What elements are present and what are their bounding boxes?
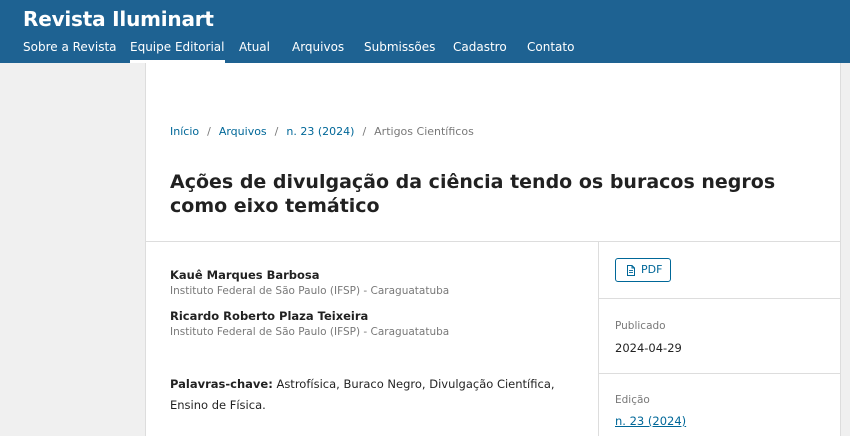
breadcrumb-separator: / [207,125,211,138]
breadcrumb-issue-link[interactable]: n. 23 (2024) [286,125,354,138]
issue-label: Edição [615,394,650,406]
keywords: Palavras-chave: Astrofísica, Buraco Negr… [170,374,580,416]
issue-link[interactable]: n. 23 (2024) [615,414,686,428]
author-name: Kauê Marques Barbosa [170,268,320,282]
breadcrumb-separator: / [274,125,279,138]
article-title: Ações de divulgação da ciência tendo os … [170,171,776,217]
breadcrumb-archives-link[interactable]: Arquivos [219,125,267,138]
file-pdf-icon [627,265,635,276]
content-divider [146,241,840,242]
nav-item-sobre-a-revista[interactable]: Sobre a Revista [23,40,117,54]
article-page: Início / Arquivos / n. 23 (2024) / Artigos Cie… [145,63,841,436]
pdf-button-label: PDF [641,263,663,276]
nav-item-submissoes[interactable]: Submissões [364,40,435,54]
published-date: 2024-04-29 [615,341,682,355]
nav-item-arquivos[interactable]: Arquivos [292,40,344,54]
primary-nav: Sobre a Revista Equipe Editorial Atual A… [0,38,850,63]
breadcrumb-home-link[interactable]: Início [170,125,199,138]
sidebar-section-divider [599,373,840,374]
nav-item-atual[interactable]: Atual [239,40,270,54]
author-name: Ricardo Roberto Plaza Teixeira [170,309,369,323]
site-header: Revista Iluminart Sobre a Revista Equipe… [0,0,850,63]
sidebar-section-divider [599,298,840,299]
author-affiliation: Instituto Federal de São Paulo (IFSP) - … [170,326,450,338]
site-title[interactable]: Revista Iluminart [23,7,214,31]
breadcrumb: Início / Arquivos / n. 23 (2024) / Artigos Cie… [170,125,474,138]
breadcrumb-separator: / [362,125,367,138]
keywords-label: Palavras-chave: [170,377,273,391]
nav-item-contato[interactable]: Contato [527,40,574,54]
pdf-download-button[interactable]: PDF [615,258,671,282]
author-affiliation: Instituto Federal de São Paulo (IFSP) - … [170,285,450,297]
sidebar-divider [598,241,599,436]
nav-item-equipe-editorial[interactable]: Equipe Editorial [130,40,225,63]
published-label: Publicado [615,320,666,332]
breadcrumb-current-section: Artigos Científicos [374,125,474,138]
nav-item-cadastro[interactable]: Cadastro [453,40,507,54]
